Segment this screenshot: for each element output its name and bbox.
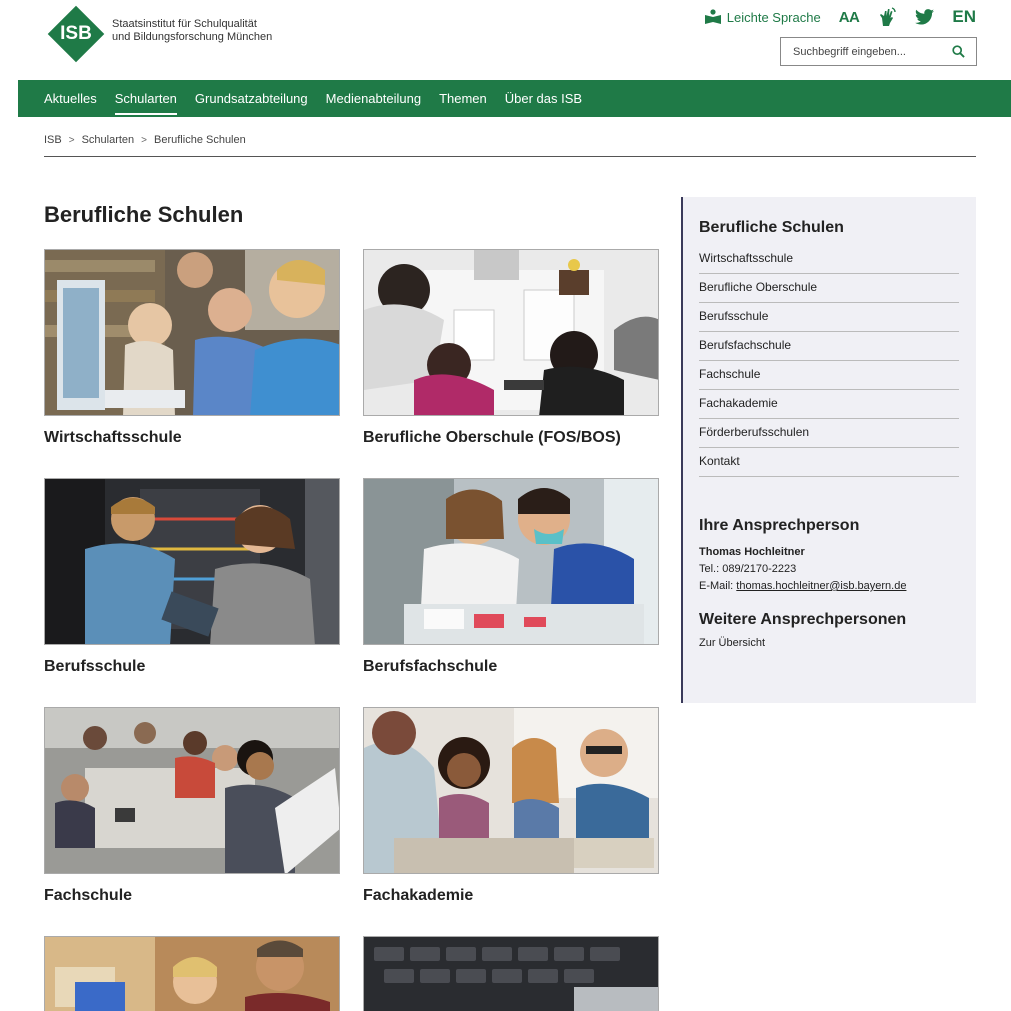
- breadcrumb-divider: [44, 156, 976, 157]
- search-input[interactable]: [781, 38, 941, 65]
- page-title: Berufliche Schulen: [44, 202, 244, 227]
- card-title[interactable]: Fachakademie: [363, 887, 659, 905]
- sidebar: Berufliche Schulen Wirtschaftsschule Ber…: [681, 197, 976, 703]
- sidebar-heading: Berufliche Schulen: [699, 219, 844, 236]
- card-wirtschaftsschule[interactable]: Wirtschaftsschule: [44, 249, 340, 447]
- contact-name: Thomas Hochleitner: [699, 546, 805, 558]
- font-size-toggle[interactable]: AA: [839, 9, 860, 26]
- sidebar-item-fachakademie[interactable]: Fachakademie: [699, 390, 959, 417]
- card-berufliche-oberschule[interactable]: Berufliche Oberschule (FOS/BOS): [363, 249, 659, 447]
- breadcrumb-item-current: Berufliche Schulen: [154, 134, 246, 146]
- card-image[interactable]: [44, 707, 340, 874]
- utility-bar: Leichte Sprache AA EN: [704, 6, 976, 28]
- sidebar-nav: Wirtschaftsschule Berufliche Oberschule …: [699, 245, 959, 477]
- twitter-icon: [915, 9, 935, 25]
- sign-language-icon: [880, 7, 897, 26]
- breadcrumb-item-isb[interactable]: ISB: [44, 134, 62, 146]
- institution-name: Staatsinstitut für Schulqualität und Bil…: [112, 18, 332, 44]
- card-fachschule[interactable]: Fachschule: [44, 707, 340, 905]
- nav-item-aktuelles[interactable]: Aktuelles: [44, 80, 97, 117]
- easy-language-label: Leichte Sprache: [726, 9, 821, 25]
- nav-item-medienabteilung[interactable]: Medienabteilung: [326, 80, 421, 117]
- search-icon: [951, 45, 965, 58]
- language-switch-en[interactable]: EN: [952, 7, 976, 27]
- isb-logo[interactable]: ISB: [47, 5, 105, 63]
- card-image[interactable]: [44, 478, 340, 645]
- more-contacts-heading: Weitere Ansprechpersonen: [699, 611, 907, 628]
- card-image[interactable]: [44, 249, 340, 416]
- sidebar-item-kontakt[interactable]: Kontakt: [699, 448, 959, 475]
- breadcrumb-item-schularten[interactable]: Schularten: [82, 134, 135, 146]
- breadcrumb: ISB > Schularten > Berufliche Schulen: [44, 134, 246, 146]
- card-title[interactable]: Berufsschule: [44, 658, 340, 676]
- sidebar-list-item: Fachschule: [699, 361, 959, 390]
- sidebar-list-item: Berufsschule: [699, 303, 959, 332]
- sidebar-item-wirtschaftsschule[interactable]: Wirtschaftsschule: [699, 245, 959, 272]
- nav-item-schularten[interactable]: Schularten: [114, 80, 178, 117]
- card-berufsfachschule[interactable]: Berufsfachschule: [363, 478, 659, 676]
- sidebar-list-item: Förderberufsschulen: [699, 419, 959, 448]
- nav-item-themen[interactable]: Themen: [439, 80, 487, 117]
- card-image[interactable]: [363, 936, 659, 1011]
- twitter-link[interactable]: [915, 9, 935, 25]
- contact-email-label: E-Mail:: [699, 580, 734, 592]
- sidebar-item-foerderberufsschulen[interactable]: Förderberufsschulen: [699, 419, 959, 446]
- card-foerderberufsschulen[interactable]: [44, 936, 340, 1011]
- nav-item-grundsatzabteilung[interactable]: Grundsatzabteilung: [195, 80, 308, 117]
- card-kontakt[interactable]: [363, 936, 659, 1011]
- sidebar-list-item: Fachakademie: [699, 390, 959, 419]
- contact-email-row: E-Mail: thomas.hochleitner@isb.bayern.de: [699, 578, 959, 595]
- nav-item-ueber-das-isb[interactable]: Über das ISB: [505, 80, 582, 117]
- overview-link[interactable]: Zur Übersicht: [699, 637, 959, 649]
- sidebar-item-berufliche-oberschule[interactable]: Berufliche Oberschule: [699, 274, 959, 301]
- sign-language-link[interactable]: [877, 7, 897, 27]
- card-title[interactable]: Berufsfachschule: [363, 658, 659, 676]
- sidebar-list-item: Wirtschaftsschule: [699, 245, 959, 274]
- search-box: [780, 37, 977, 66]
- card-title[interactable]: Wirtschaftsschule: [44, 429, 340, 447]
- contact-email-link[interactable]: thomas.hochleitner@isb.bayern.de: [736, 580, 906, 592]
- card-image[interactable]: [363, 478, 659, 645]
- easy-language-link[interactable]: Leichte Sprache: [704, 9, 821, 25]
- contact-phone: Tel.: 089/2170-2223: [699, 563, 797, 575]
- sidebar-list-item: Berufsfachschule: [699, 332, 959, 361]
- card-title[interactable]: Fachschule: [44, 887, 340, 905]
- card-image[interactable]: [363, 707, 659, 874]
- font-size-icon: AA: [838, 8, 860, 26]
- card-berufsschule[interactable]: Berufsschule: [44, 478, 340, 676]
- logo-text: ISB: [60, 23, 92, 44]
- contact-info: Thomas Hochleitner Tel.: 089/2170-2223 E…: [699, 544, 959, 595]
- institution-name-line1: Staatsinstitut für Schulqualität: [112, 18, 257, 30]
- card-image[interactable]: [363, 249, 659, 416]
- sidebar-item-berufsfachschule[interactable]: Berufsfachschule: [699, 332, 959, 359]
- breadcrumb-separator-icon: >: [141, 134, 148, 146]
- sidebar-list-item: Berufliche Oberschule: [699, 274, 959, 303]
- contact-heading: Ihre Ansprechperson: [699, 517, 860, 534]
- card-image[interactable]: [44, 936, 340, 1011]
- sidebar-list-item: Kontakt: [699, 448, 959, 477]
- search-button[interactable]: [941, 38, 975, 65]
- card-fachakademie[interactable]: Fachakademie: [363, 707, 659, 905]
- card-title[interactable]: Berufliche Oberschule (FOS/BOS): [363, 429, 659, 447]
- sidebar-item-fachschule[interactable]: Fachschule: [699, 361, 959, 388]
- institution-name-line2: und Bildungsforschung München: [112, 31, 273, 43]
- easy-language-icon: [704, 9, 721, 24]
- main-navigation: Aktuelles Schularten Grundsatzabteilung …: [18, 80, 1011, 117]
- breadcrumb-separator-icon: >: [68, 134, 75, 146]
- sidebar-item-berufsschule[interactable]: Berufsschule: [699, 303, 959, 330]
